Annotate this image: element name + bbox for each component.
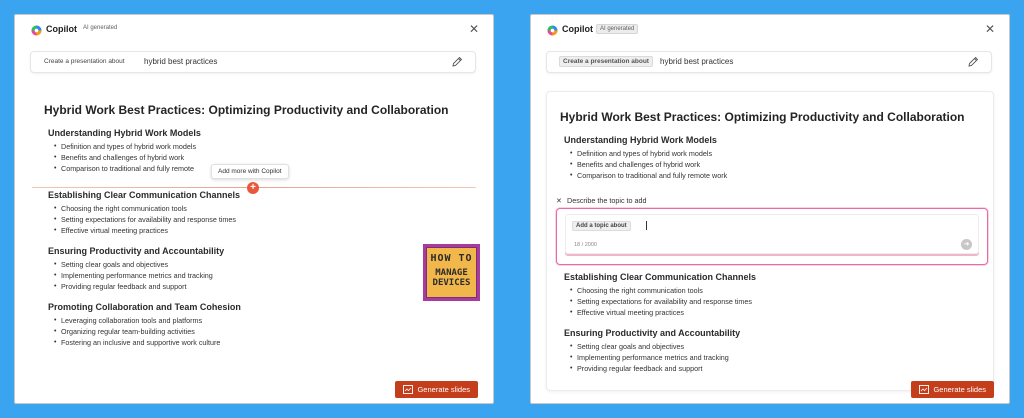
- section-bullet: Organizing regular team-building activit…: [54, 326, 474, 337]
- describe-topic-row: ✕ Describe the topic to add: [556, 196, 647, 205]
- app-name: Copilot: [562, 24, 593, 34]
- slides-icon: [919, 385, 930, 394]
- how-to-manage-devices-logo: HOW TO MANAGE DEVICES: [423, 244, 480, 301]
- presentation-outline: Hybrid Work Best Practices: Optimizing P…: [44, 103, 474, 358]
- section-bullet: Definition and types of hybrid work mode…: [54, 141, 474, 152]
- add-topic-input[interactable]: Add a topic about 18 / 2000 ➜: [565, 214, 979, 254]
- slides-icon: [403, 385, 414, 394]
- watermark-line: HOW TO: [430, 253, 473, 264]
- presentation-title: Hybrid Work Best Practices: Optimizing P…: [560, 110, 965, 124]
- close-icon[interactable]: ✕: [469, 22, 479, 36]
- section-bullet: Providing regular feedback and support: [570, 363, 990, 374]
- edit-pencil-icon[interactable]: [967, 56, 979, 68]
- panel-header: Copilot AI generated ✕: [15, 15, 493, 47]
- section-bullet: Comparison to traditional and fully remo…: [570, 170, 990, 181]
- presentation-title: Hybrid Work Best Practices: Optimizing P…: [44, 103, 449, 117]
- section-bullet: Definition and types of hybrid work mode…: [570, 148, 990, 159]
- prompt-topic: hybrid best practices: [660, 57, 734, 66]
- copilot-logo-icon: [31, 25, 42, 36]
- section-bullet: Effective virtual meeting practices: [54, 225, 474, 236]
- panel-header: Copilot AI generated ✕: [531, 15, 1009, 47]
- outline-section: Ensuring Productivity and Accountability…: [48, 246, 474, 292]
- add-section-plus-icon[interactable]: +: [247, 182, 259, 194]
- add-topic-box: Add a topic about 18 / 2000 ➜: [556, 208, 988, 265]
- send-arrow-icon[interactable]: ➜: [961, 239, 972, 250]
- section-title: Establishing Clear Communication Channel…: [564, 272, 757, 282]
- section-bullet: Leveraging collaboration tools and platf…: [54, 315, 474, 326]
- generate-slides-button[interactable]: Generate slides: [395, 381, 478, 398]
- outline-section: Establishing Clear Communication Channel…: [564, 272, 990, 318]
- ai-generated-badge: AI generated: [83, 25, 118, 31]
- presentation-outline: Hybrid Work Best Practices: Optimizing P…: [560, 110, 990, 191]
- prompt-prefix: Create a presentation about: [44, 58, 125, 65]
- section-bullet: Choosing the right communication tools: [54, 203, 474, 214]
- copilot-panel-left: Copilot AI generated ✕ Create a presenta…: [14, 14, 494, 404]
- copilot-logo-icon: [547, 25, 558, 36]
- section-title: Promoting Collaboration and Team Cohesio…: [48, 302, 241, 312]
- character-count: 18 / 2000: [574, 242, 597, 248]
- outline-section: Ensuring Productivity and Accountability…: [564, 328, 990, 374]
- prompt-topic: hybrid best practices: [144, 57, 218, 66]
- prompt-prefix: Create a presentation about: [559, 56, 653, 67]
- section-bullet: Fostering an inclusive and supportive wo…: [54, 337, 474, 348]
- section-bullet: Setting expectations for availability an…: [570, 296, 990, 307]
- outline-card: Hybrid Work Best Practices: Optimizing P…: [546, 91, 994, 391]
- describe-topic-label: Describe the topic to add: [567, 196, 647, 205]
- section-bullet: Benefits and challenges of hybrid work: [570, 159, 990, 170]
- generate-slides-label: Generate slides: [417, 385, 470, 394]
- edit-pencil-icon[interactable]: [451, 56, 463, 68]
- outline-section: Establishing Clear Communication Channel…: [48, 190, 474, 236]
- outline-section: Promoting Collaboration and Team Cohesio…: [48, 302, 474, 348]
- section-bullet: Setting clear goals and objectives: [570, 341, 990, 352]
- prompt-bar[interactable]: Create a presentation about hybrid best …: [30, 51, 476, 73]
- section-title: Understanding Hybrid Work Models: [564, 135, 717, 145]
- watermark-line: MANAGE: [435, 268, 468, 278]
- generate-slides-button[interactable]: Generate slides: [911, 381, 994, 398]
- text-caret: [646, 221, 647, 230]
- copilot-panel-right: Copilot AI generated ✕ Create a presenta…: [530, 14, 1010, 404]
- generate-slides-label: Generate slides: [933, 385, 986, 394]
- prompt-bar[interactable]: Create a presentation about hybrid best …: [546, 51, 992, 73]
- section-title: Ensuring Productivity and Accountability: [48, 246, 225, 256]
- section-title: Establishing Clear Communication Channel…: [48, 190, 241, 200]
- ai-generated-badge: AI generated: [596, 24, 639, 34]
- outline-section: Understanding Hybrid Work Models Definit…: [564, 135, 990, 181]
- app-name: Copilot: [46, 24, 77, 34]
- section-bullet: Implementing performance metrics and tra…: [570, 352, 990, 363]
- dismiss-x-icon[interactable]: ✕: [556, 196, 562, 205]
- section-bullet: Implementing performance metrics and tra…: [54, 270, 474, 281]
- section-bullet: Choosing the right communication tools: [570, 285, 990, 296]
- section-title: Understanding Hybrid Work Models: [48, 128, 201, 138]
- section-bullet: Setting clear goals and objectives: [54, 259, 474, 270]
- section-bullet: Setting expectations for availability an…: [54, 214, 474, 225]
- section-bullet: Effective virtual meeting practices: [570, 307, 990, 318]
- presentation-outline-lower: Establishing Clear Communication Channel…: [560, 272, 990, 384]
- section-bullet: Benefits and challenges of hybrid work: [54, 152, 474, 163]
- section-bullet: Providing regular feedback and support: [54, 281, 474, 292]
- add-topic-chip: Add a topic about: [572, 221, 631, 231]
- add-more-tooltip: Add more with Copilot: [211, 164, 289, 179]
- close-icon[interactable]: ✕: [985, 22, 995, 36]
- watermark-line: DEVICES: [432, 278, 471, 288]
- section-title: Ensuring Productivity and Accountability: [564, 328, 741, 338]
